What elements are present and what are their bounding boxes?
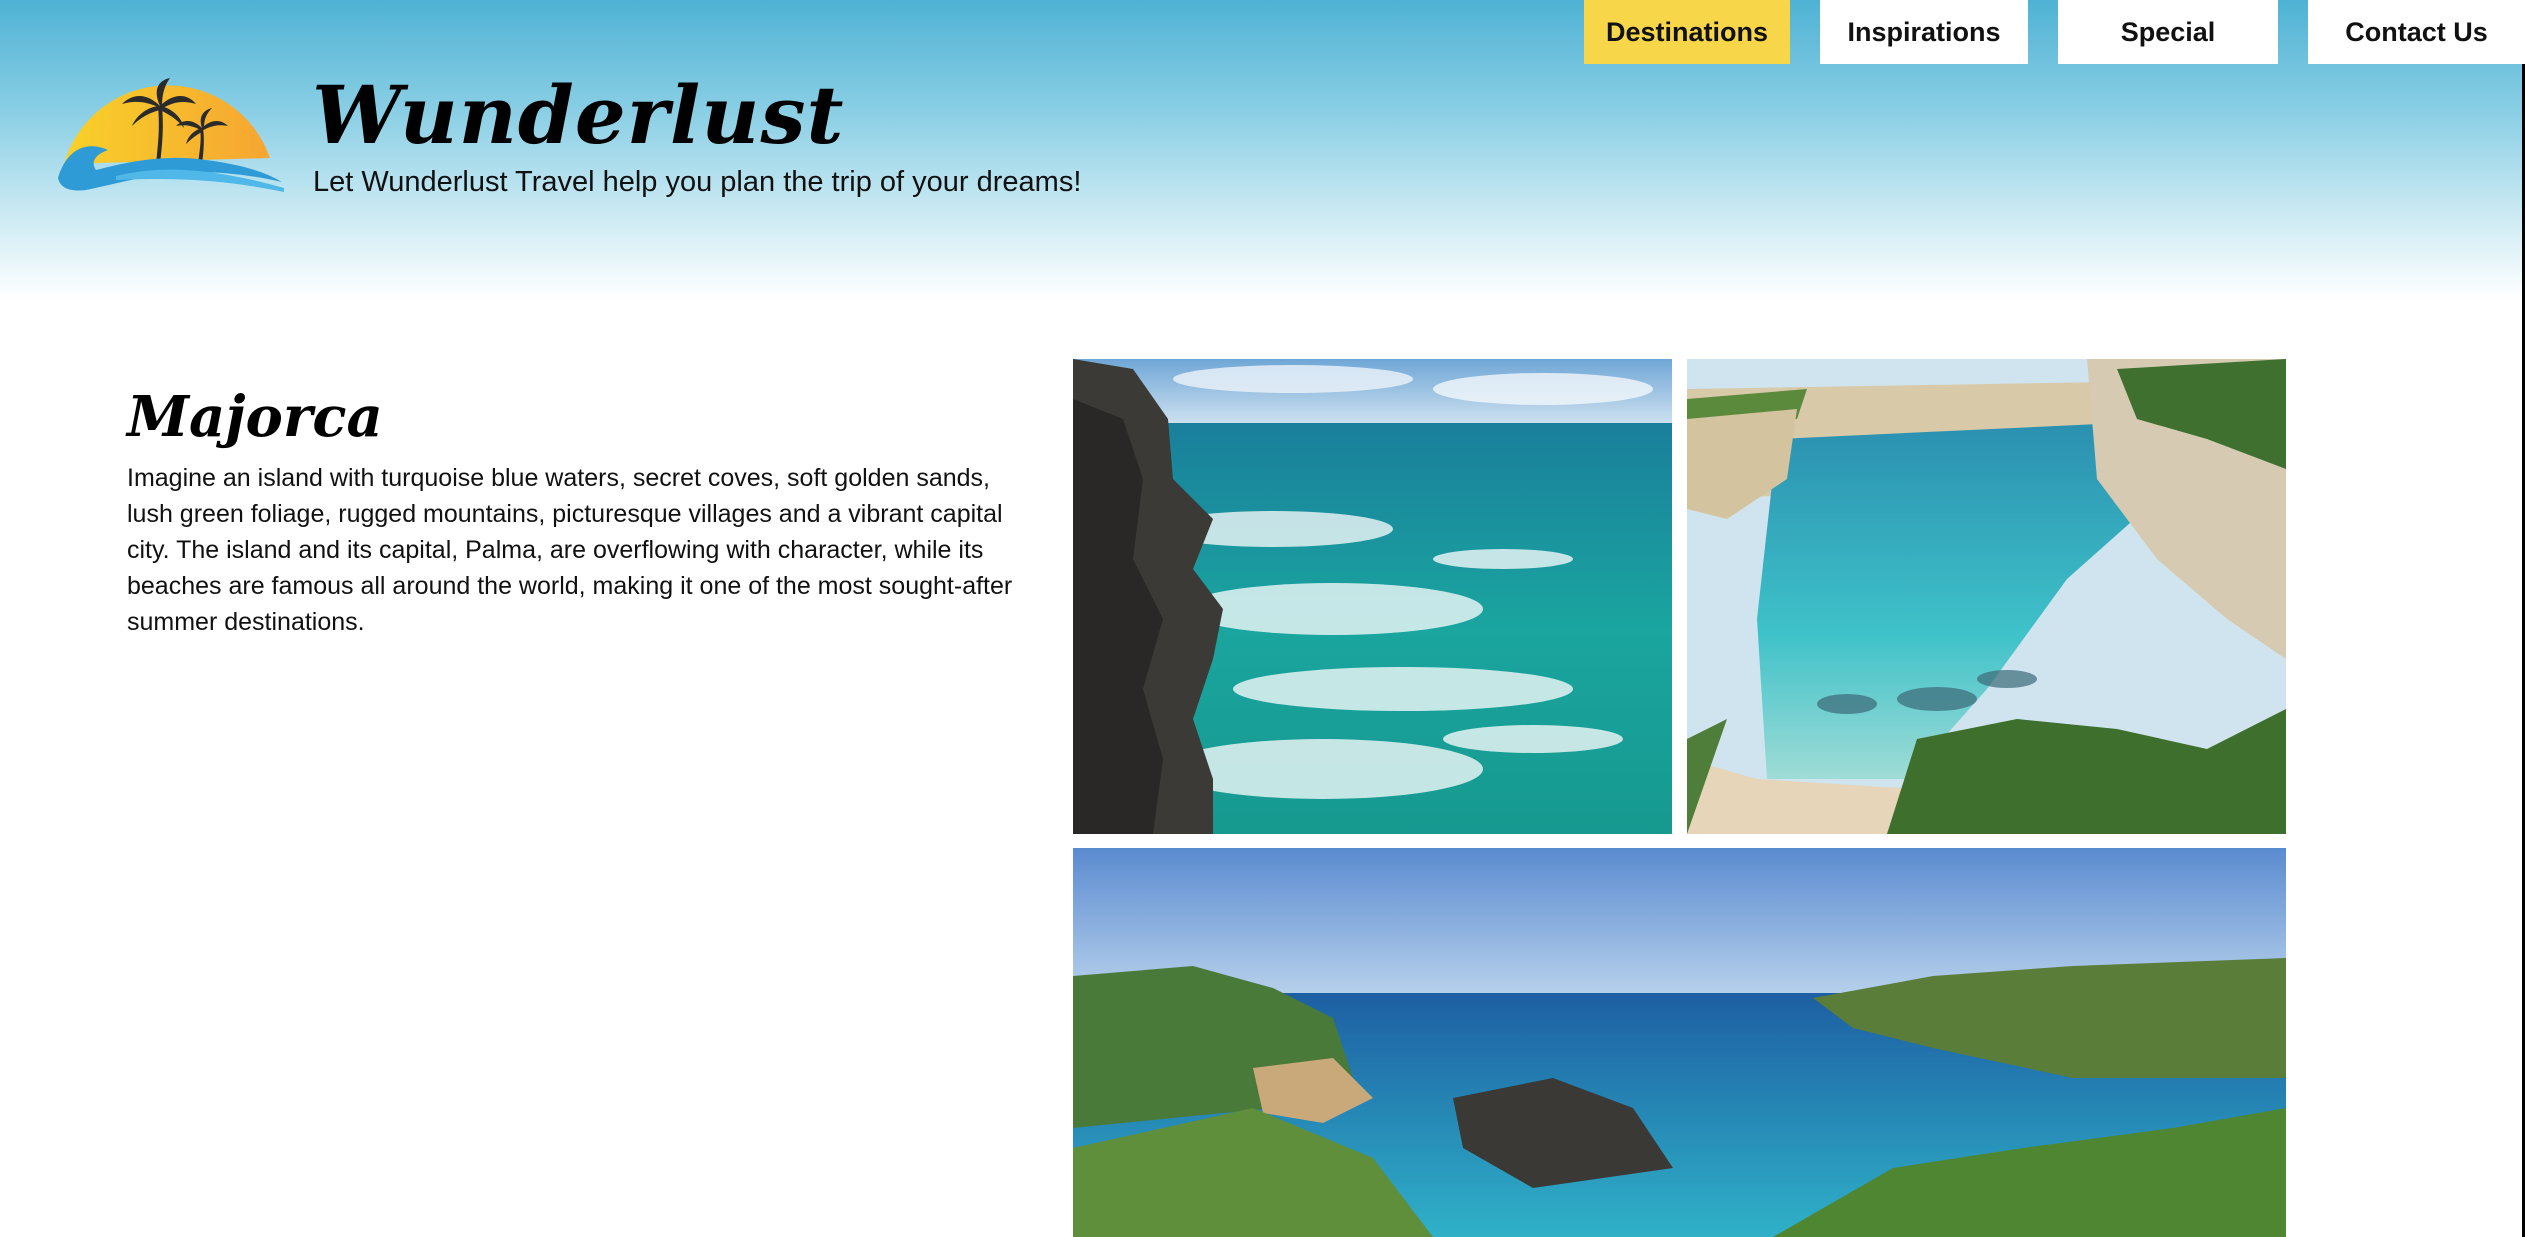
nav-inspirations[interactable]: Inspirations bbox=[1820, 0, 2028, 64]
brand-tagline: Let Wunderlust Travel help you plan the … bbox=[313, 166, 1082, 198]
palm-sunset-logo-icon[interactable] bbox=[56, 54, 288, 196]
destination-description: Imagine an island with turquoise blue wa… bbox=[127, 464, 1013, 636]
brand-name: Wunderlust bbox=[312, 68, 845, 162]
nav-special[interactable]: Special bbox=[2058, 0, 2278, 64]
majorca-photo-sea-cliffs bbox=[1073, 359, 1672, 834]
nav-contact-us[interactable]: Contact Us bbox=[2308, 0, 2525, 64]
nav-destinations[interactable]: Destinations bbox=[1584, 0, 1790, 64]
majorca-photo-cove bbox=[1687, 359, 2286, 834]
destination-title: Majorca bbox=[127, 384, 383, 450]
majorca-photo-panorama bbox=[1073, 848, 2286, 1237]
